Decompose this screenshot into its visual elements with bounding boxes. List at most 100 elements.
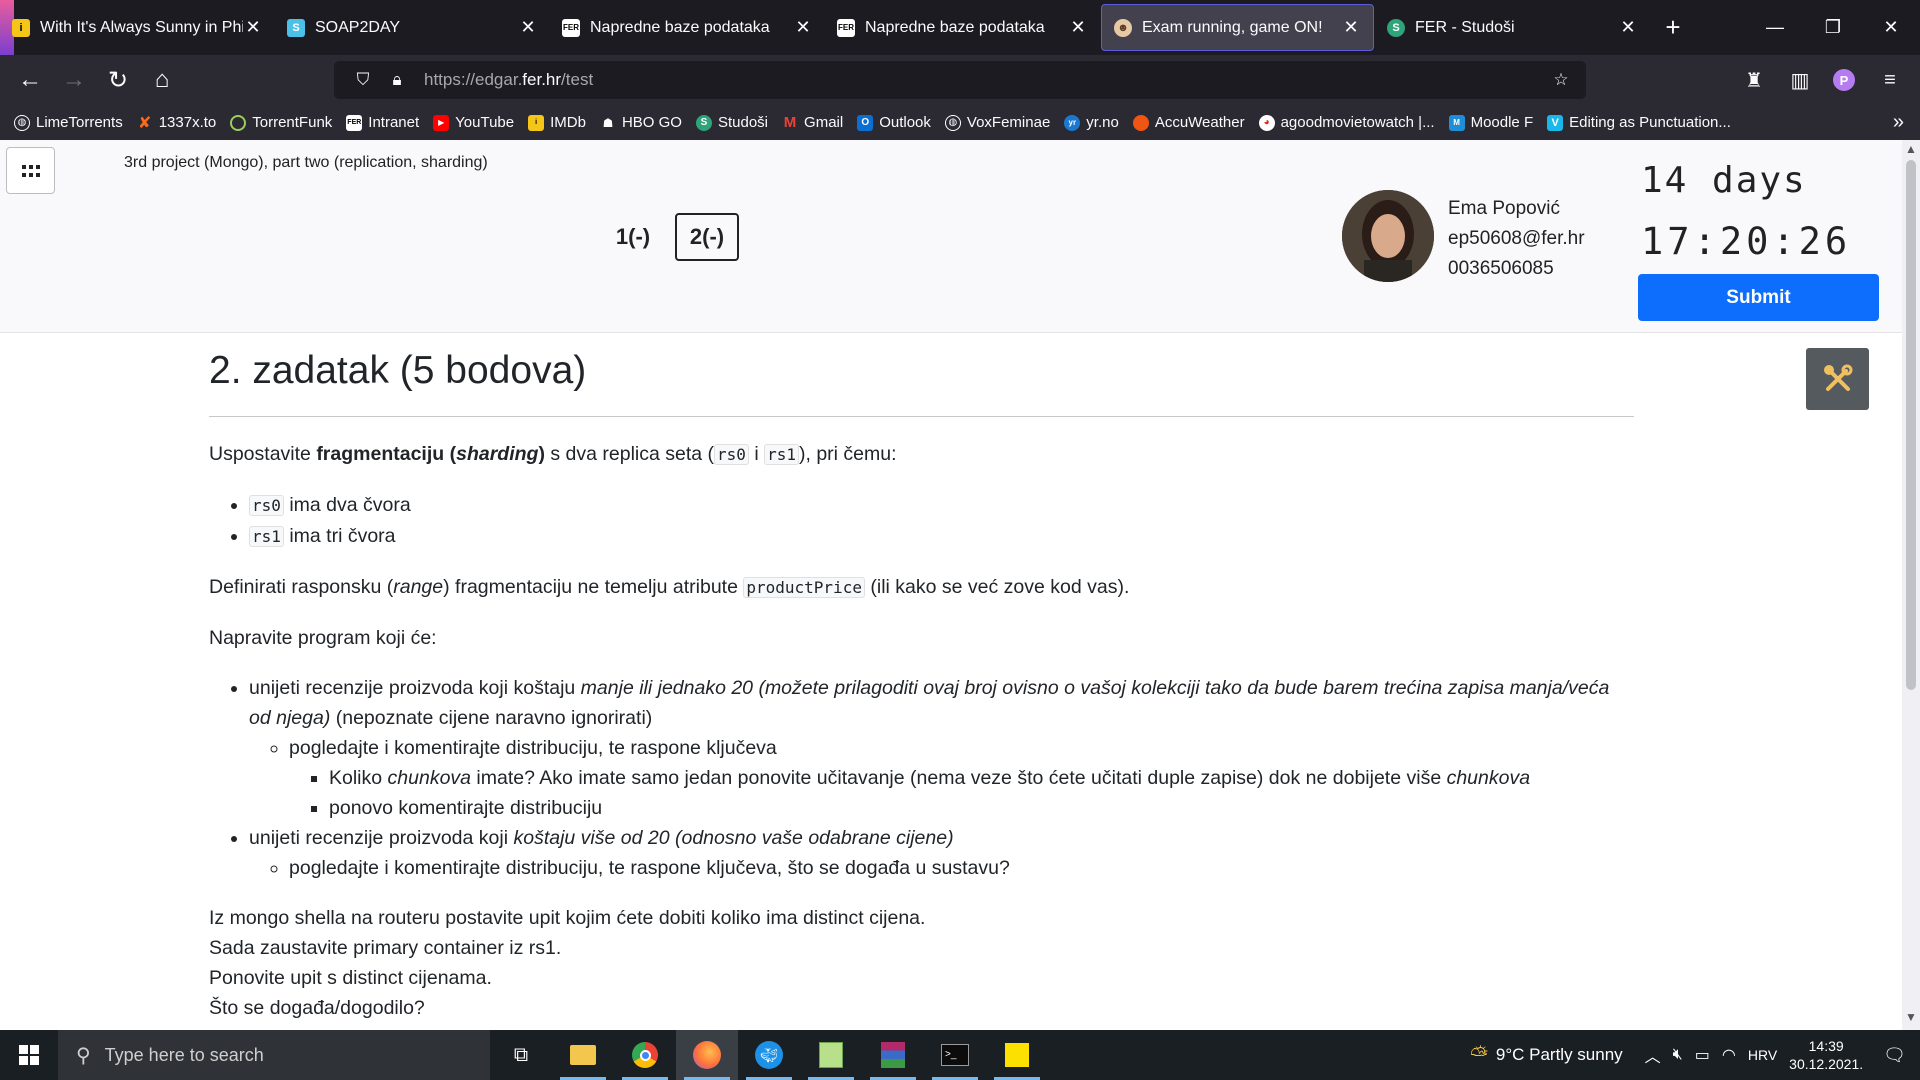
reload-icon[interactable]: ↻	[96, 58, 140, 102]
new-tab-button[interactable]: +	[1650, 5, 1696, 51]
shield-icon[interactable]: ⛉	[346, 70, 380, 90]
close-icon[interactable]: ✕	[1341, 17, 1361, 38]
pocket-icon[interactable]: ♜	[1732, 58, 1776, 102]
task-view-icon[interactable]: ⧉	[490, 1030, 552, 1080]
bookmark-item[interactable]: ▶ YouTube	[433, 114, 514, 131]
app-menu-button[interactable]	[6, 147, 55, 194]
vimeo-icon: V	[1547, 114, 1564, 131]
page-scrollbar[interactable]: ▲ ▼	[1902, 140, 1920, 1030]
docker-icon[interactable]: 🐳︎	[738, 1030, 800, 1080]
globe-icon: ◍	[944, 114, 961, 131]
windows-logo-icon	[19, 1045, 39, 1065]
close-icon[interactable]: ✕	[243, 17, 263, 38]
address-bar[interactable]: ⛉ 🔒︎ https://edgar.fer.hr/test ☆	[334, 61, 1586, 99]
tab-strip: i With It's Always Sunny in Philadelphia…	[0, 0, 1920, 55]
bookmark-item[interactable]: yr yr.no	[1064, 114, 1119, 131]
taskbar-search[interactable]: ⚲ Type here to search	[58, 1030, 490, 1080]
weather-icon[interactable]: ⛅︎	[1470, 1042, 1488, 1068]
tools-button[interactable]	[1806, 348, 1869, 410]
windows-start-button[interactable]	[0, 1030, 58, 1080]
code-productprice: productPrice	[743, 577, 865, 598]
taskbar-clock[interactable]: 14:39 30.12.2021.	[1789, 1037, 1863, 1073]
search-placeholder: Type here to search	[104, 1044, 264, 1065]
list-item: pogledajte i komentirajte distribuciju, …	[289, 853, 1634, 883]
close-window-icon[interactable]: ✕	[1862, 0, 1920, 55]
tools-icon	[1823, 364, 1852, 391]
question-2-button[interactable]: 2(-)	[675, 213, 739, 261]
close-icon[interactable]: ✕	[793, 17, 813, 38]
notepad-plus-icon[interactable]	[800, 1030, 862, 1080]
firefox-icon[interactable]	[676, 1030, 738, 1080]
submit-button[interactable]: Submit	[1638, 274, 1879, 321]
back-arrow-icon[interactable]: ←	[8, 58, 52, 102]
replica-set-list: rs0 ima dva čvora rs1 ima tri čvora	[249, 490, 1634, 552]
url-text: https://edgar.fer.hr/test	[424, 70, 594, 89]
imdb-icon: i	[12, 18, 30, 37]
bookmark-item[interactable]: AccuWeather	[1132, 114, 1245, 131]
bookmark-item[interactable]: ◍ VoxFeminae	[944, 114, 1050, 131]
question-1-button[interactable]: 1(-)	[601, 213, 665, 261]
more-bookmarks-icon[interactable]: »	[1893, 111, 1904, 134]
bookmark-item[interactable]: ☗ HBO GO	[600, 114, 682, 131]
timer-days: 14 days	[1641, 160, 1807, 201]
home-icon[interactable]: ⌂	[140, 58, 184, 102]
file-explorer-icon[interactable]	[552, 1030, 614, 1080]
tab-1[interactable]: S SOAP2DAY ✕	[275, 4, 550, 51]
bookmark-item[interactable]: S Studoši	[695, 114, 768, 131]
search-icon: ⚲	[76, 1044, 91, 1067]
restore-icon[interactable]: ❐	[1804, 0, 1862, 55]
user-name: Ema Popović	[1448, 198, 1560, 219]
bookmark-item[interactable]: ◍ LimeTorrents	[14, 114, 123, 131]
terminal-icon[interactable]: >_	[924, 1030, 986, 1080]
bookmark-item[interactable]: i IMDb	[528, 114, 586, 131]
hamburger-menu-icon[interactable]: ≡	[1868, 58, 1912, 102]
sidebar-icon[interactable]: ▥	[1778, 58, 1822, 102]
bookmark-item[interactable]: O Outlook	[857, 114, 931, 131]
language-indicator[interactable]: HRV	[1748, 1047, 1777, 1063]
tab-2[interactable]: FER Napredne baze podataka ✕	[550, 4, 825, 51]
bookmark-item[interactable]: M Moodle F	[1448, 114, 1533, 131]
volume-muted-icon[interactable]: 🔇︎	[1673, 1046, 1683, 1064]
close-icon[interactable]: ✕	[1618, 17, 1638, 38]
user-email: ep50608@fer.hr	[1448, 228, 1585, 249]
star-icon[interactable]: ☆	[1544, 70, 1578, 90]
chrome-icon[interactable]	[614, 1030, 676, 1080]
battery-icon[interactable]: ▭	[1695, 1045, 1710, 1065]
fer-icon: FER	[837, 18, 855, 37]
scroll-up-icon[interactable]: ▲	[1902, 142, 1920, 160]
minimize-icon[interactable]: —	[1746, 0, 1804, 55]
bookmark-item[interactable]: ✘ 1337x.to	[137, 114, 216, 132]
sticky-notes-icon[interactable]	[986, 1030, 1048, 1080]
user-info: Ema Popović ep50608@fer.hr 0036506085	[1448, 194, 1585, 284]
notification-icon[interactable]: 🗨︎	[1883, 1045, 1906, 1066]
winrar-icon[interactable]	[862, 1030, 924, 1080]
bookmark-item[interactable]: ◕ agoodmovietowatch |...	[1258, 114, 1435, 131]
close-icon[interactable]: ✕	[1068, 17, 1088, 38]
wifi-icon[interactable]: ◠	[1722, 1045, 1736, 1065]
list-item: unijeti recenzije proizvoda koji koštaju…	[249, 823, 1634, 883]
x-icon: ✘	[138, 114, 152, 132]
bookmark-item[interactable]: M Gmail	[782, 114, 843, 131]
scroll-down-icon[interactable]: ▼	[1902, 1010, 1920, 1028]
tab-4-active[interactable]: ☻ Exam running, game ON! ✕	[1101, 4, 1374, 51]
chevron-up-icon[interactable]: ︿	[1645, 1043, 1661, 1067]
tab-5[interactable]: S FER - Studoši ✕	[1375, 4, 1650, 51]
bookmark-item[interactable]: V Editing as Punctuation...	[1547, 114, 1731, 131]
fer-icon: FER	[562, 18, 580, 37]
globe-icon: ◍	[14, 114, 30, 131]
weather-text[interactable]: 9°C Partly sunny	[1496, 1045, 1623, 1065]
lock-icon[interactable]: 🔒︎	[380, 70, 414, 90]
tab-title: SOAP2DAY	[315, 18, 401, 36]
exam-title: 3rd project (Mongo), part two (replicati…	[124, 154, 488, 171]
scrollbar-thumb[interactable]	[1906, 160, 1916, 690]
question-heading: 2. zadatak (5 bodova)	[209, 344, 1634, 417]
tab-0[interactable]: i With It's Always Sunny in Philadelphia…	[0, 4, 275, 51]
tab-3[interactable]: FER Napredne baze podataka ✕	[825, 4, 1100, 51]
close-icon[interactable]: ✕	[518, 17, 538, 38]
bookmark-item[interactable]: FER Intranet	[346, 114, 419, 131]
clock-time: 14:39	[1808, 1038, 1844, 1054]
profile-avatar-icon[interactable]: P	[1822, 58, 1866, 102]
bookmarks-toolbar: ◍ LimeTorrents ✘ 1337x.to TorrentFunk FER I…	[0, 105, 1920, 140]
bookmark-item[interactable]: TorrentFunk	[230, 114, 332, 131]
forward-arrow-icon[interactable]: →	[52, 58, 96, 102]
